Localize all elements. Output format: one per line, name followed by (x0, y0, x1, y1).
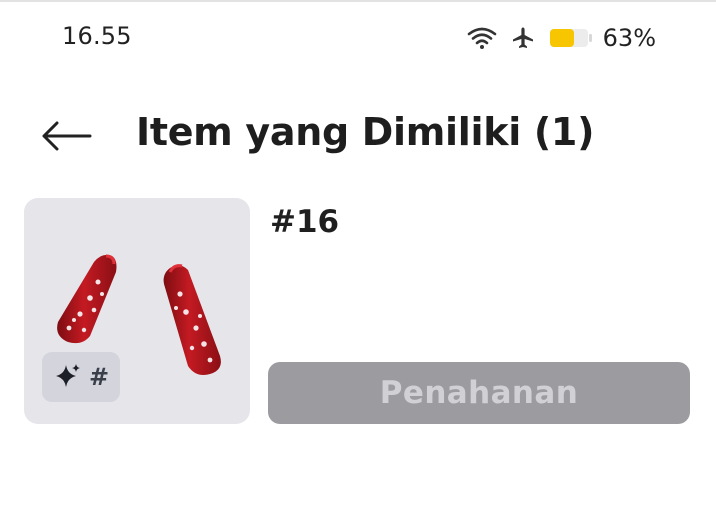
status-time: 16.55 (62, 22, 132, 50)
wifi-icon (467, 26, 497, 50)
hold-button-label: Penahanan (379, 375, 579, 411)
sparkle-icon (55, 364, 80, 387)
battery-percent: 63% (602, 24, 656, 52)
item-name: #16 (270, 204, 340, 240)
back-button[interactable] (36, 114, 96, 158)
badge-hash: # (88, 363, 110, 391)
item-thumbnail[interactable]: # (24, 198, 250, 424)
limited-badge: # (42, 352, 120, 402)
back-arrow-icon (42, 121, 92, 151)
battery-icon (549, 27, 593, 49)
status-icons: 63% (467, 22, 656, 54)
status-bar: 16.55 63% (0, 0, 716, 76)
page-title: Item yang Dimiliki (1) (136, 110, 595, 154)
airplane-mode-icon (511, 26, 535, 50)
hold-button[interactable]: Penahanan (268, 362, 690, 424)
